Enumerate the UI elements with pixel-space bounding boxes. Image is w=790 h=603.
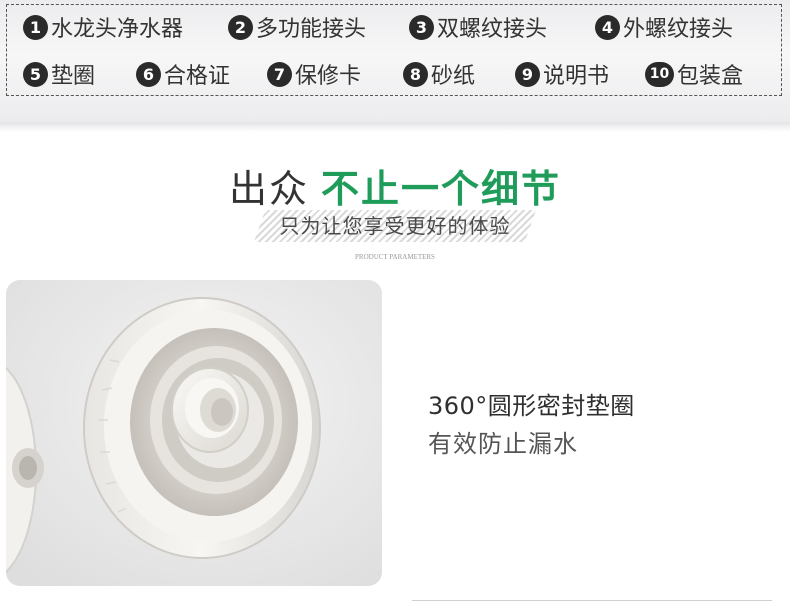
list-item-label: 外螺纹接头 <box>623 17 734 42</box>
list-item-label: 包装盒 <box>677 64 744 89</box>
list-item-label: 合格证 <box>164 64 231 89</box>
list-item: 7 保修卡 <box>267 59 361 89</box>
number-badge: 9 <box>515 61 540 87</box>
list-item-label: 双螺纹接头 <box>437 17 548 42</box>
subtitle-banner: 只为让您享受更好的体验 <box>254 210 536 242</box>
feature-title: 360°圆形密封垫圈 <box>428 392 635 420</box>
sealing-ring-image <box>6 280 382 586</box>
band-shadow <box>0 122 790 132</box>
product-photo <box>6 280 382 586</box>
number-badge: 7 <box>267 61 292 87</box>
list-item: 10 包装盒 <box>645 59 743 89</box>
heading-part-dark: 出众 <box>228 167 309 211</box>
number-badge: 3 <box>409 14 434 40</box>
number-badge: 4 <box>595 14 620 40</box>
number-badge: 2 <box>228 14 253 40</box>
section-heading: 出众 不止一个细节 <box>0 158 790 213</box>
list-item: 8 砂纸 <box>403 59 475 89</box>
list-item: 2 多功能接头 <box>228 12 366 42</box>
number-badge: 10 <box>645 61 674 87</box>
package-list: 1 水龙头净水器 2 多功能接头 3 双螺纹接头 4 外螺纹接头 5 垫圈 6 … <box>6 4 782 96</box>
list-item-label: 多功能接头 <box>256 17 367 42</box>
english-caption: PRODUCT PARAMETERS <box>355 253 435 261</box>
list-item-label: 水龙头净水器 <box>51 17 184 42</box>
number-badge: 6 <box>136 61 161 87</box>
list-item-label: 垫圈 <box>51 64 96 89</box>
list-item: 4 外螺纹接头 <box>595 12 733 42</box>
number-badge: 8 <box>403 61 428 87</box>
list-item-label: 砂纸 <box>431 64 476 89</box>
heading-part-green: 不止一个细节 <box>321 167 562 211</box>
list-item-label: 保修卡 <box>295 64 362 89</box>
divider <box>412 600 772 601</box>
list-item: 3 双螺纹接头 <box>409 12 547 42</box>
list-item: 1 水龙头净水器 <box>23 12 183 42</box>
list-item: 9 说明书 <box>515 59 609 89</box>
number-badge: 1 <box>23 14 48 40</box>
subtitle: 只为让您享受更好的体验 <box>279 214 511 238</box>
list-item-label: 说明书 <box>543 64 610 89</box>
list-item: 5 垫圈 <box>23 59 95 89</box>
number-badge: 5 <box>23 61 48 87</box>
list-item: 6 合格证 <box>136 59 230 89</box>
feature-description: 有效防止漏水 <box>428 430 578 458</box>
